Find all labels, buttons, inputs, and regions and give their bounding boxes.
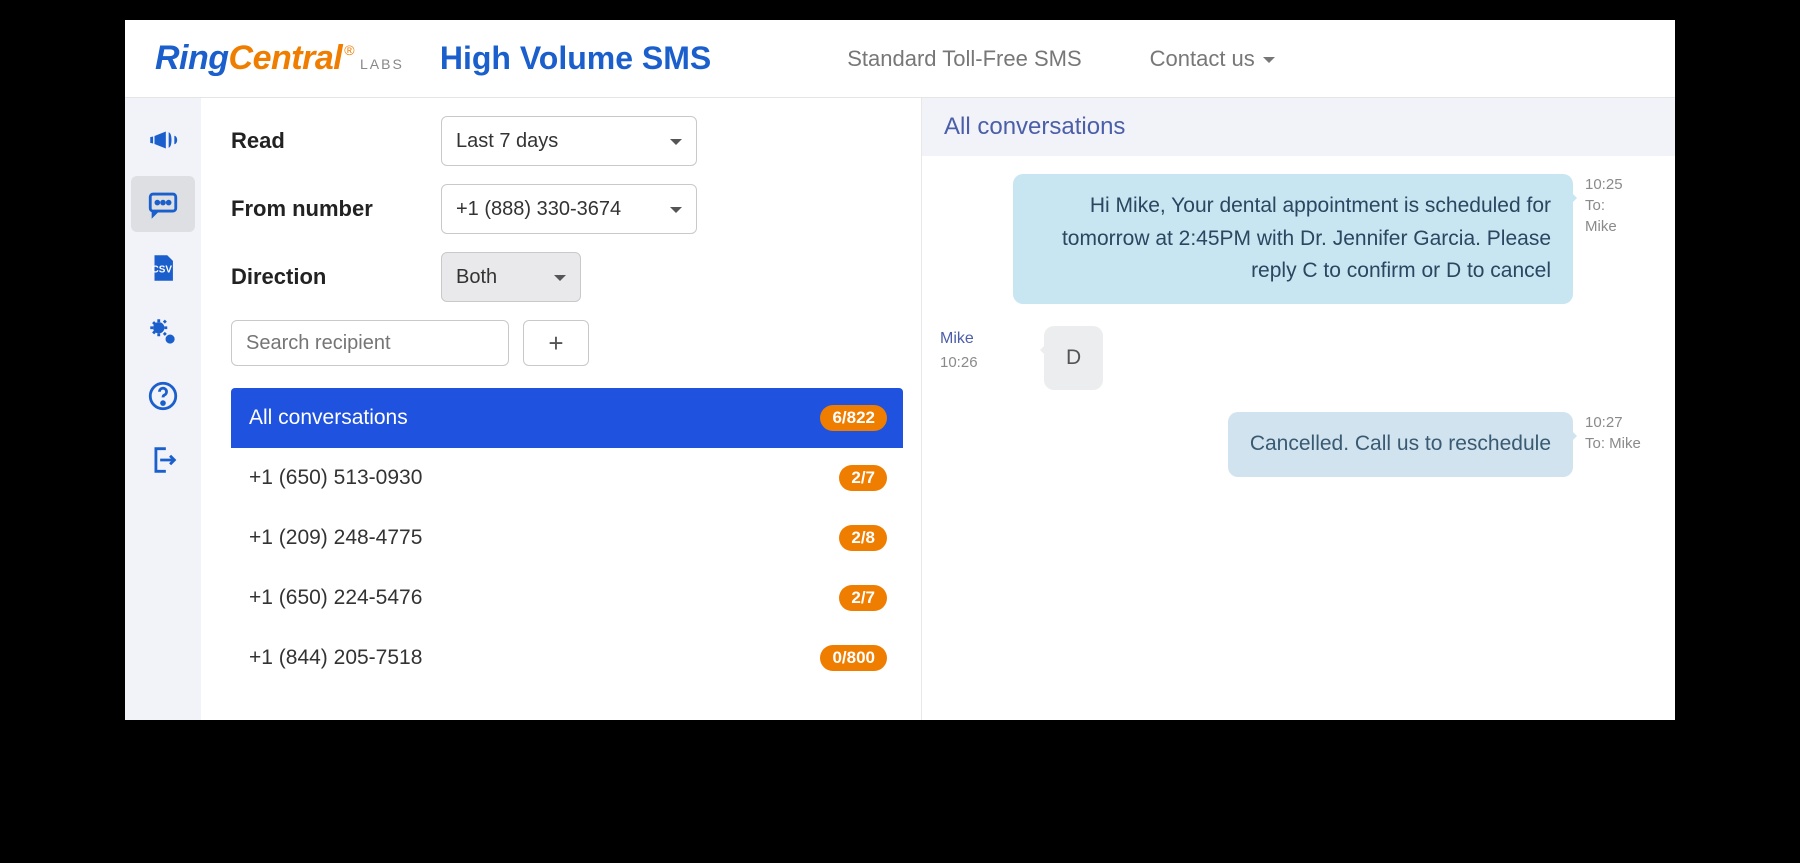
rail-logout[interactable] bbox=[131, 432, 195, 488]
help-icon bbox=[146, 379, 180, 413]
conv-all-badge: 6/822 bbox=[820, 405, 887, 431]
msg-to: To: Mike bbox=[1585, 433, 1657, 454]
brand-logo: Ring Central ® LABS bbox=[155, 39, 404, 78]
conv-item[interactable]: +1 (209) 248-4775 2/8 bbox=[231, 508, 903, 568]
conv-item[interactable]: +1 (650) 513-0930 2/7 bbox=[231, 448, 903, 508]
conv-item-label: +1 (650) 513-0930 bbox=[249, 466, 422, 490]
chat-icon bbox=[146, 187, 180, 221]
conv-item[interactable]: +1 (844) 205-7518 0/800 bbox=[231, 628, 903, 688]
brand-central: Central bbox=[229, 39, 343, 78]
chat-body: Hi Mike, Your dental appointment is sche… bbox=[922, 156, 1675, 720]
filter-direction-label: Direction bbox=[231, 264, 441, 290]
gears-icon bbox=[146, 315, 180, 349]
filter-read-label: Read bbox=[231, 128, 441, 154]
conv-item-label: +1 (209) 248-4775 bbox=[249, 526, 422, 550]
nav-title: High Volume SMS bbox=[440, 40, 711, 77]
conv-item-label: +1 (650) 224-5476 bbox=[249, 586, 422, 610]
msg-time: 10:25 bbox=[1585, 174, 1657, 195]
csv-icon: CSV bbox=[146, 251, 180, 285]
conv-item-badge: 0/800 bbox=[820, 645, 887, 671]
filter-column: Read Last 7 days From number +1 (888) 33… bbox=[201, 98, 921, 720]
rail-settings[interactable] bbox=[131, 304, 195, 360]
message-meta: 10:27 To: Mike bbox=[1585, 412, 1657, 477]
rail-export[interactable]: CSV bbox=[131, 240, 195, 296]
nav-link-contact[interactable]: Contact us bbox=[1150, 46, 1275, 72]
conv-item-label: +1 (844) 205-7518 bbox=[249, 646, 422, 670]
app-window: Ring Central ® LABS High Volume SMS Stan… bbox=[125, 20, 1675, 720]
msg-time: 10:27 bbox=[1585, 412, 1657, 433]
filter-from-value: +1 (888) 330-3674 bbox=[456, 198, 621, 221]
search-input[interactable] bbox=[231, 320, 509, 366]
chat-column: All conversations Hi Mike, Your dental a… bbox=[921, 98, 1675, 720]
message-row: Cancelled. Call us to reschedule 10:27 T… bbox=[940, 412, 1657, 477]
brand-reg: ® bbox=[344, 42, 354, 58]
side-rail: CSV bbox=[125, 98, 201, 720]
rail-conversations[interactable] bbox=[131, 176, 195, 232]
message-bubble-out: Hi Mike, Your dental appointment is sche… bbox=[1013, 174, 1573, 304]
msg-time: 10:26 bbox=[940, 351, 1030, 375]
conv-item-badge: 2/7 bbox=[839, 585, 887, 611]
msg-to: To: bbox=[1585, 195, 1657, 216]
brand-labs: LABS bbox=[360, 56, 404, 72]
filter-direction-value: Both bbox=[456, 266, 497, 289]
msg-name: Mike bbox=[940, 326, 1030, 352]
chat-header: All conversations bbox=[922, 98, 1675, 156]
filter-direction-select[interactable]: Both bbox=[441, 252, 581, 302]
filter-read-row: Read Last 7 days bbox=[231, 116, 903, 166]
rail-announce[interactable] bbox=[131, 112, 195, 168]
message-meta: Mike 10:26 bbox=[940, 326, 1030, 391]
message-row: Mike 10:26 D bbox=[940, 326, 1657, 391]
conv-all-label: All conversations bbox=[249, 406, 408, 430]
filter-from-label: From number bbox=[231, 196, 441, 222]
filter-from-row: From number +1 (888) 330-3674 bbox=[231, 184, 903, 234]
svg-text:CSV: CSV bbox=[152, 264, 173, 275]
conv-all[interactable]: All conversations 6/822 bbox=[231, 388, 903, 448]
search-row: + bbox=[231, 320, 903, 366]
conversation-list: All conversations 6/822 +1 (650) 513-093… bbox=[231, 388, 903, 688]
filter-read-select[interactable]: Last 7 days bbox=[441, 116, 697, 166]
conv-item-badge: 2/7 bbox=[839, 465, 887, 491]
filter-read-value: Last 7 days bbox=[456, 130, 558, 153]
filter-from-select[interactable]: +1 (888) 330-3674 bbox=[441, 184, 697, 234]
message-bubble-in: D bbox=[1044, 326, 1103, 391]
message-bubble-out: Cancelled. Call us to reschedule bbox=[1228, 412, 1573, 477]
brand-ring: Ring bbox=[155, 39, 229, 78]
app-body: CSV Read Last 7 days From number +1 (888… bbox=[125, 98, 1675, 720]
logout-icon bbox=[146, 443, 180, 477]
conv-item[interactable]: +1 (650) 224-5476 2/7 bbox=[231, 568, 903, 628]
filter-direction-row: Direction Both bbox=[231, 252, 903, 302]
nav-link-standard[interactable]: Standard Toll-Free SMS bbox=[847, 46, 1081, 72]
message-meta: 10:25 To: Mike bbox=[1585, 174, 1657, 304]
msg-name: Mike bbox=[1585, 216, 1657, 237]
conv-item-badge: 2/8 bbox=[839, 525, 887, 551]
rail-help[interactable] bbox=[131, 368, 195, 424]
message-row: Hi Mike, Your dental appointment is sche… bbox=[940, 174, 1657, 304]
top-nav: Ring Central ® LABS High Volume SMS Stan… bbox=[125, 20, 1675, 98]
megaphone-icon bbox=[146, 123, 180, 157]
add-recipient-button[interactable]: + bbox=[523, 320, 589, 366]
